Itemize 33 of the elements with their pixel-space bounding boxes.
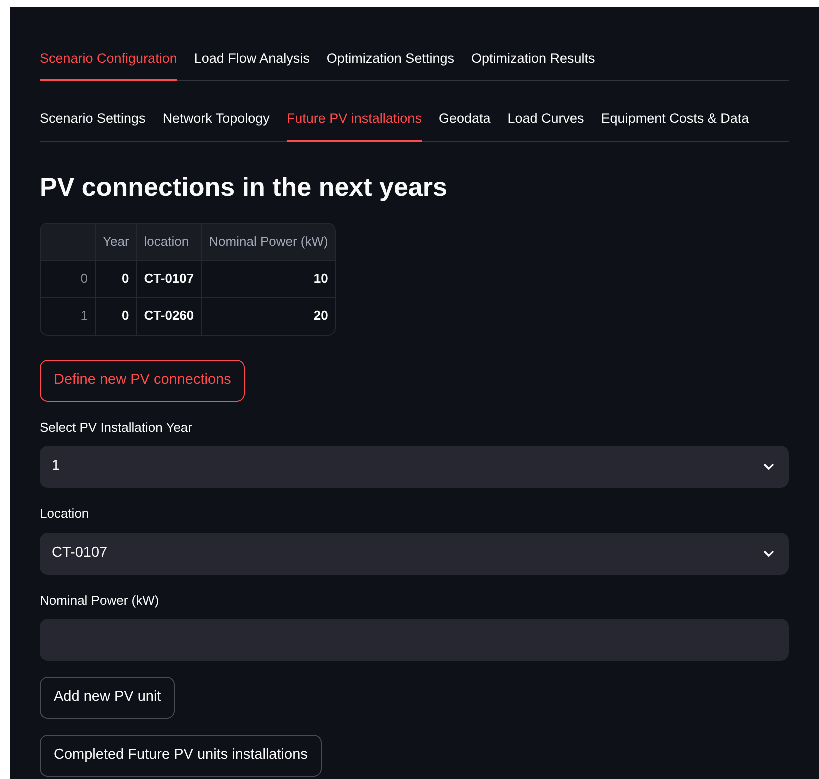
select-field[interactable]: 1 (40, 446, 789, 488)
chevron-down-icon (763, 463, 775, 472)
tab[interactable]: Load Flow Analysis (194, 49, 310, 82)
table-cell-text: 20 (312, 307, 330, 326)
tab[interactable]: Network Topology (162, 109, 270, 142)
table-cell: CT-0107 (137, 260, 202, 298)
row-index: 0 (41, 260, 96, 298)
tab[interactable]: Scenario Settings (40, 109, 146, 142)
chevron-down-icon (763, 550, 775, 558)
table-cell: CT-0260 (137, 298, 202, 335)
action-button[interactable]: Add new PV unit (40, 677, 176, 720)
field-label: Select PV Installation Year (40, 418, 194, 437)
table-cell: 0 (96, 298, 138, 335)
tab[interactable]: Geodata (438, 109, 491, 142)
column-header: Nominal Power (kW) (202, 224, 336, 261)
define-button[interactable]: Define new PV connections (40, 360, 246, 402)
field-label: Nominal Power (kW) (40, 592, 160, 610)
select-field[interactable]: CT-0107 (40, 532, 789, 575)
tab[interactable]: Optimization Results (471, 49, 596, 82)
table-cell: 10 (202, 260, 336, 298)
tab[interactable]: Future PV installations (286, 109, 422, 142)
input-field[interactable] (40, 619, 789, 662)
action-button[interactable]: Completed Future PV units installations (40, 735, 322, 778)
row-index: 1 (41, 298, 96, 335)
tab[interactable]: Load Curves (508, 109, 584, 142)
column-header: location (137, 224, 202, 261)
tab[interactable]: Scenario Configuration (40, 49, 178, 82)
tab[interactable]: Optimization Settings (326, 49, 454, 82)
tab[interactable]: Equipment Costs & Data (601, 109, 750, 142)
field-label: Location (40, 505, 90, 524)
page-heading: PV connections in the next years (40, 172, 448, 203)
column-header: Year (96, 224, 138, 261)
table-cell: 0 (96, 260, 138, 298)
